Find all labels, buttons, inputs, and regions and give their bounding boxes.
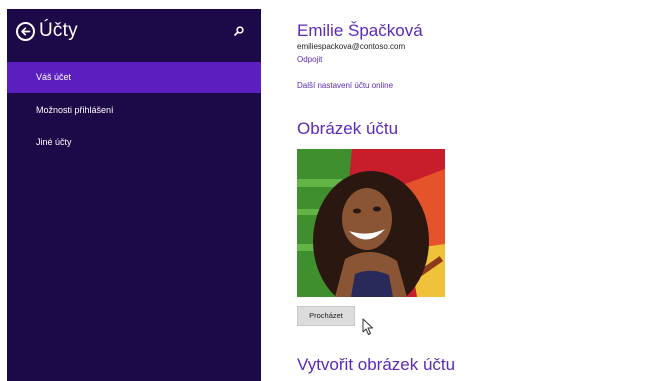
user-name: Emilie Špačková (297, 21, 423, 40)
sidebar-item-label: Váš účet (36, 72, 72, 82)
online-settings-link[interactable]: Další nastavení účtu online (297, 81, 393, 90)
sidebar: Účty Váš účet Možnosti přihlášení Jiné ú… (7, 9, 261, 381)
browse-button[interactable]: Procházet (297, 306, 355, 326)
account-picture (297, 149, 445, 297)
sidebar-item-sign-in-options[interactable]: Možnosti přihlášení (7, 95, 261, 126)
sidebar-item-other-accounts[interactable]: Jiné účty (7, 127, 261, 158)
mouse-pointer-icon (362, 318, 373, 335)
user-email: emiliespackova@contoso.com (297, 42, 406, 51)
sidebar-item-label: Možnosti přihlášení (36, 105, 114, 115)
create-picture-section-title: Vytvořit obrázek účtu (297, 355, 456, 374)
back-button[interactable] (16, 22, 35, 41)
back-arrow-icon (21, 27, 31, 36)
window-top-edge (0, 0, 668, 9)
main-content: Emilie Špačková emiliespackova@contoso.c… (261, 9, 668, 381)
disconnect-link[interactable]: Odpojit (297, 55, 322, 64)
sidebar-item-label: Jiné účty (36, 137, 72, 147)
search-icon[interactable] (234, 26, 244, 36)
picture-section-title: Obrázek účtu (297, 119, 399, 138)
account-picture-image (297, 149, 445, 297)
sidebar-item-your-account[interactable]: Váš účet (7, 62, 261, 93)
page-title: Účty (39, 20, 78, 41)
